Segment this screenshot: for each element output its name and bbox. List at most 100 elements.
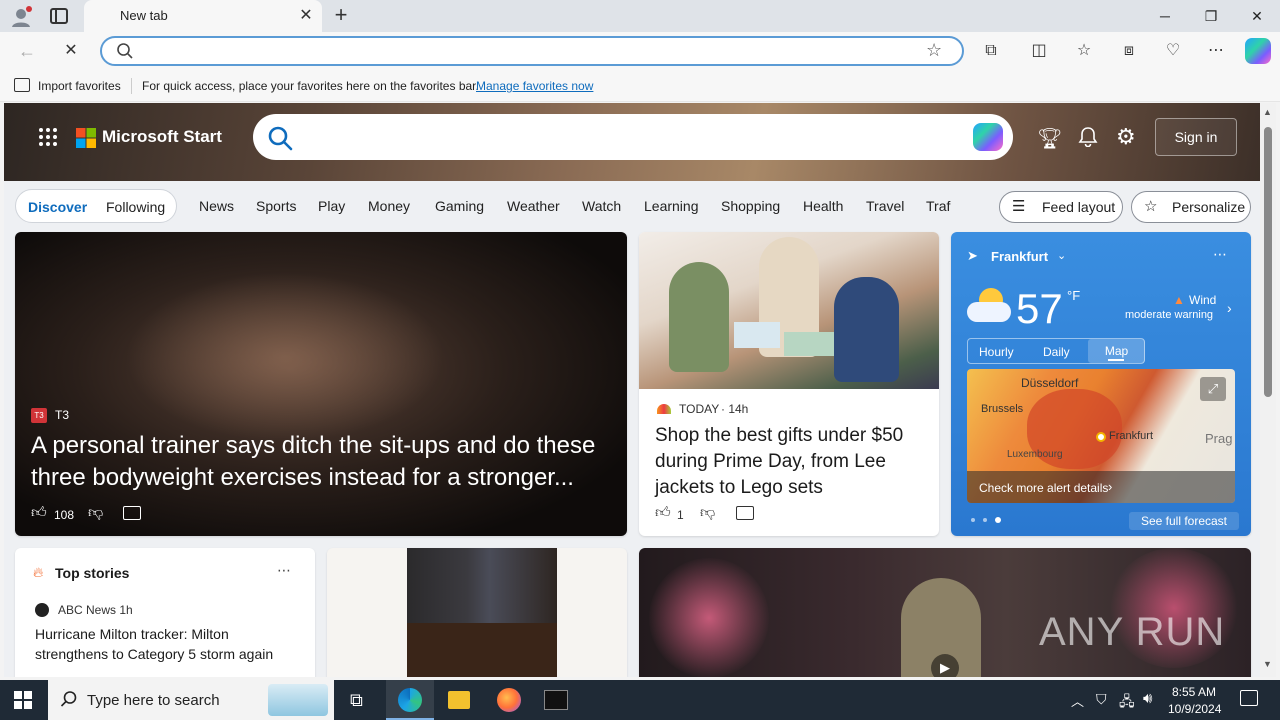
tab-daily[interactable]: Daily: [1043, 345, 1070, 359]
notifications-icon[interactable]: [1077, 125, 1099, 152]
gift-article-title[interactable]: Shop the best gifts under $50 during Pri…: [655, 423, 925, 501]
taskbar-date[interactable]: 10/9/2024: [1168, 702, 1221, 716]
page-scrollbar-track[interactable]: ▲ ▼: [1260, 103, 1276, 677]
import-favorites-button[interactable]: Import favorites: [38, 79, 121, 93]
comment-icon[interactable]: [123, 506, 141, 520]
collections-icon[interactable]: ⧈: [1118, 40, 1140, 62]
top-story-title[interactable]: Hurricane Milton tracker: Milton strengt…: [35, 624, 303, 664]
search-highlight-ship-icon: [268, 684, 328, 716]
personalize-button[interactable]: ☆ Personalize: [1131, 191, 1251, 223]
web-search-icon[interactable]: [267, 125, 293, 156]
nav-weather[interactable]: Weather: [507, 198, 560, 214]
nav-watch[interactable]: Watch: [582, 198, 621, 214]
hero-article-title[interactable]: A personal trainer says ditch the sit-up…: [31, 430, 619, 494]
taskbar-time[interactable]: 8:55 AM: [1172, 685, 1216, 699]
settings-gear-icon[interactable]: ⚙: [1116, 124, 1136, 150]
back-icon[interactable]: ←: [16, 40, 38, 62]
nav-news[interactable]: News: [199, 198, 234, 214]
fashion-article-card[interactable]: [327, 548, 627, 677]
split-screen-icon[interactable]: ◫: [1028, 40, 1050, 62]
carousel-dot[interactable]: [983, 518, 987, 522]
alert-subtitle[interactable]: moderate warning: [1125, 309, 1213, 321]
restore-icon[interactable]: ❐: [1188, 0, 1234, 32]
favorites-icon[interactable]: ☆: [1073, 40, 1095, 62]
nav-shopping[interactable]: Shopping: [721, 198, 780, 214]
top-stories-more-icon[interactable]: ⋯: [277, 562, 291, 579]
weather-alert-map[interactable]: Düsseldorf Brussels Frankfurt Luxembourg…: [967, 369, 1235, 503]
alert-details-link[interactable]: Check more alert details: [979, 481, 1108, 495]
copilot-icon[interactable]: [1245, 38, 1271, 64]
nav-health[interactable]: Health: [803, 198, 843, 214]
extensions-icon[interactable]: ⧉: [980, 40, 1002, 62]
hero-article-card[interactable]: T3 T3 A personal trainer says ditch the …: [15, 232, 627, 536]
alert-title[interactable]: Wind: [1189, 293, 1216, 307]
see-full-forecast-link[interactable]: See full forecast: [1129, 512, 1239, 530]
nav-traffic[interactable]: Traf: [926, 198, 950, 214]
sign-in-button[interactable]: Sign in: [1155, 118, 1237, 156]
copilot-search-icon[interactable]: [973, 123, 1003, 151]
manage-favorites-link[interactable]: Manage favorites now: [476, 79, 593, 93]
nav-sports[interactable]: Sports: [256, 198, 296, 214]
address-bar[interactable]: ☆: [100, 36, 964, 66]
tab-discover[interactable]: Discover: [28, 199, 87, 215]
tab-following[interactable]: Following: [106, 199, 165, 215]
like-icon[interactable]: 👍︎: [655, 504, 671, 522]
stop-loading-icon[interactable]: ✕: [60, 40, 82, 62]
weather-card[interactable]: ➤ Frankfurt ⌄ ⋯ 57 °F ▲ Wind moderate wa…: [951, 232, 1251, 536]
weather-city[interactable]: Frankfurt: [991, 249, 1048, 264]
volume-icon[interactable]: 🔊︎: [1143, 690, 1152, 707]
favorite-star-icon[interactable]: ☆: [926, 40, 942, 61]
scroll-down-icon[interactable]: ▼: [1263, 659, 1272, 669]
profile-avatar[interactable]: [10, 6, 32, 28]
taskbar-search-box[interactable]: Type here to search: [48, 680, 334, 720]
feed-layout-button[interactable]: ☰ Feed layout: [999, 191, 1123, 223]
show-hidden-icons[interactable]: ︿: [1071, 691, 1084, 710]
tab-actions-icon[interactable]: [50, 8, 68, 24]
carousel-dot-active[interactable]: [995, 517, 1001, 523]
notification-center-icon[interactable]: [1240, 690, 1258, 706]
scroll-up-icon[interactable]: ▲: [1263, 107, 1272, 117]
security-icon[interactable]: ⛉: [1096, 691, 1107, 708]
weather-view-tabs: Hourly Daily Map: [967, 338, 1145, 364]
tab-new-tab[interactable]: New tab ✕: [84, 0, 322, 32]
start-windows-icon[interactable]: [14, 691, 32, 709]
carousel-dot[interactable]: [971, 518, 975, 522]
hero-like-count: 108: [54, 508, 75, 522]
video-article-card[interactable]: ▶ ANY RUN: [639, 548, 1251, 677]
alert-details-bar[interactable]: Check more alert details ›: [967, 471, 1235, 503]
city-dropdown-icon[interactable]: ⌄: [1057, 249, 1066, 262]
app-launcher-icon[interactable]: [38, 127, 58, 147]
alert-chevron-icon[interactable]: ›: [1227, 300, 1232, 316]
nav-learning[interactable]: Learning: [644, 198, 699, 214]
new-tab-icon[interactable]: +: [330, 4, 352, 28]
dislike-icon[interactable]: 👎︎: [700, 504, 715, 522]
like-icon[interactable]: 👍︎: [31, 504, 47, 522]
nav-gaming[interactable]: Gaming: [435, 198, 484, 214]
close-window-icon[interactable]: ✕: [1234, 0, 1280, 32]
close-tab-icon[interactable]: ✕: [296, 6, 316, 26]
browser-essentials-icon[interactable]: ♡: [1162, 40, 1184, 62]
weather-more-icon[interactable]: ⋯: [1213, 246, 1227, 263]
gift-article-card[interactable]: TODAY · 14h Shop the best gifts under $5…: [639, 232, 939, 536]
dislike-icon[interactable]: 👎︎: [88, 504, 103, 522]
firefox-icon[interactable]: [497, 688, 521, 712]
nav-money[interactable]: Money: [368, 198, 410, 214]
edge-taskbar-icon[interactable]: [386, 680, 434, 720]
minimize-icon[interactable]: ─: [1142, 0, 1188, 32]
rewards-icon[interactable]: 🏆︎: [1037, 126, 1062, 151]
more-options-icon[interactable]: ⋯: [1205, 40, 1227, 62]
web-search-box[interactable]: [253, 114, 1013, 160]
terminal-icon[interactable]: [544, 690, 568, 710]
task-view-icon[interactable]: ⧉: [350, 690, 363, 711]
scroll-thumb[interactable]: [1264, 127, 1272, 397]
comment-icon[interactable]: [736, 506, 754, 520]
nav-play[interactable]: Play: [318, 198, 345, 214]
expand-map-icon[interactable]: ⤢: [1200, 377, 1226, 401]
file-explorer-icon[interactable]: [448, 691, 470, 709]
feed-segment: Discover Following: [15, 189, 177, 223]
address-input[interactable]: [146, 42, 906, 62]
network-icon[interactable]: 🖧︎: [1119, 691, 1135, 715]
play-video-icon[interactable]: ▶: [931, 654, 959, 677]
tab-hourly[interactable]: Hourly: [979, 345, 1014, 359]
nav-travel[interactable]: Travel: [866, 198, 904, 214]
